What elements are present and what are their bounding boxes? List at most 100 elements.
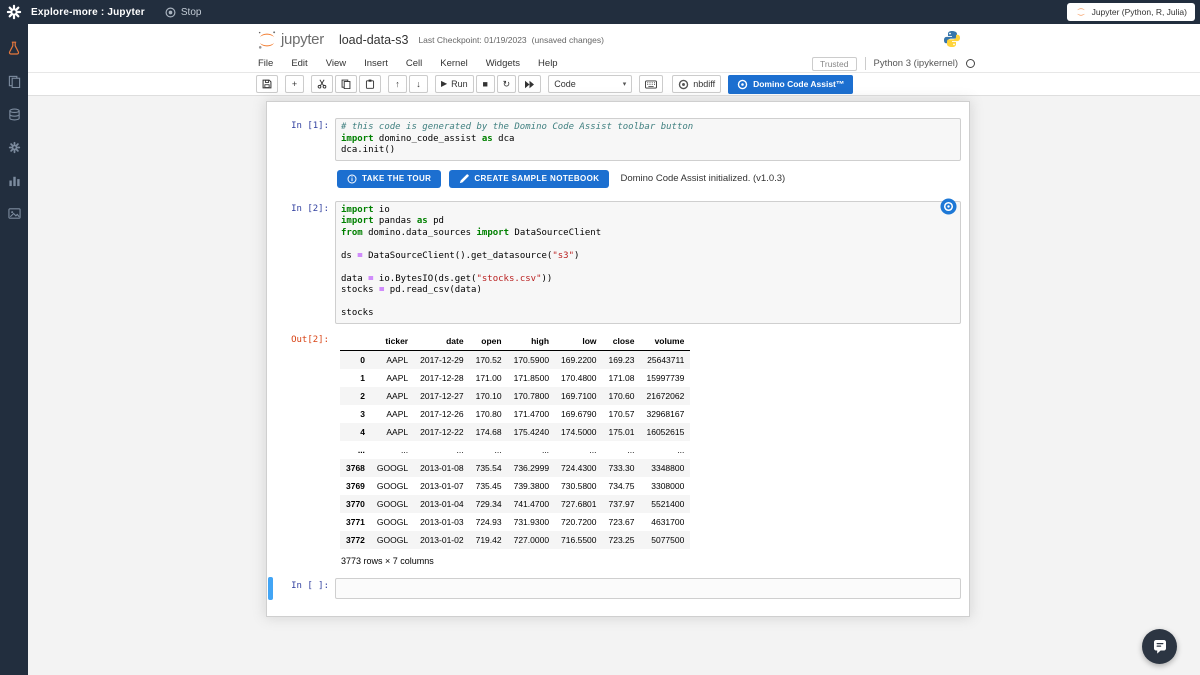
menu-kernel[interactable]: Kernel [431,58,476,69]
checkpoint-status: Last Checkpoint: 01/19/2023 [418,35,526,45]
stop-workspace-button[interactable]: Stop [165,7,202,18]
domino-code-assist-button[interactable]: Domino Code Assist™ [728,75,853,94]
jupyter-header: jupyter load-data-s3 Last Checkpoint: 01… [28,24,1200,55]
menu-help[interactable]: Help [529,58,567,69]
sidebar-item-settings[interactable] [5,138,23,156]
notebook-scroll-area[interactable]: In [1]: # this code is generated by the … [28,96,1200,675]
cut-cell-button[interactable] [311,75,333,93]
code-line: stocks [341,308,955,320]
copy-cell-button[interactable] [335,75,357,93]
interrupt-kernel-button[interactable]: ■ [476,75,495,93]
table-row: 3772GOOGL2013-01-02719.42727.0000716.550… [340,531,690,549]
dataframe-shape-label: 3773 rows × 7 columns [341,556,690,566]
code-input-1[interactable]: # this code is generated by the Domino C… [335,118,961,161]
chevron-down-icon: ▾ [623,80,627,88]
python-logo-icon [943,30,961,48]
run-label: Run [451,79,468,89]
copy-icon [341,79,351,89]
code-cell-2: In [2]: import ioimport pandas as pdfrom… [275,201,961,324]
chat-bubble-icon [1152,639,1168,655]
domino-topbar: Explore-more : Jupyter Stop Jupyter (Pyt… [0,0,1200,24]
sidebar-item-metrics[interactable] [5,171,23,189]
code-line [341,262,955,274]
scissors-icon [317,79,327,89]
jupyter-logo[interactable]: jupyter [256,29,324,51]
arrow-down-icon: ↓ [416,80,421,89]
dataframe-output: tickerdateopenhighlowclosevolume0AAPL201… [340,332,690,566]
restart-kernel-button[interactable]: ↻ [497,75,517,93]
code-input-2[interactable]: import ioimport pandas as pdfrom domino.… [335,201,961,324]
run-button[interactable]: ▶ Run [435,75,474,93]
move-cell-up-button[interactable]: ↑ [388,75,407,93]
empty-code-cell: In [ ]: [275,578,961,599]
command-palette-button[interactable] [639,75,663,93]
pencil-icon [459,174,469,184]
jupyter-logo-icon [256,29,278,51]
input-prompt: In [2]: [275,201,335,324]
table-row: 3770GOOGL2013-01-04729.34741.4700727.680… [340,495,690,513]
plus-icon: + [292,80,297,89]
table-row: 2AAPL2017-12-27170.10170.7800169.7100170… [340,387,690,405]
dca-label: Domino Code Assist™ [753,79,844,89]
notebook-page: In [1]: # this code is generated by the … [266,101,970,617]
nbdiff-button[interactable]: nbdiff [672,75,721,93]
stop-label: Stop [181,7,202,18]
cell-type-dropdown[interactable]: Code ▾ [548,75,632,93]
code-line: data = io.BytesIO(ds.get("stocks.csv")) [341,274,955,286]
database-icon [8,108,21,121]
unsaved-changes-status: (unsaved changes) [532,35,604,45]
create-sample-notebook-button[interactable]: CREATE SAMPLE NOTEBOOK [449,170,609,188]
domino-sidebar [0,24,28,675]
menu-cell[interactable]: Cell [397,58,431,69]
sidebar-item-files[interactable] [5,72,23,90]
dataframe-table: tickerdateopenhighlowclosevolume0AAPL201… [340,332,690,549]
help-chat-button[interactable] [1142,629,1177,664]
code-line: ds = DataSourceClient().get_datasource("… [341,251,955,263]
save-button[interactable] [256,75,278,93]
domino-logo-icon[interactable] [6,4,22,20]
code-line: import domino_code_assist as dca [341,134,955,146]
menu-view[interactable]: View [317,58,355,69]
sidebar-item-assets[interactable] [5,204,23,222]
code-line: from domino.data_sources import DataSour… [341,228,955,240]
dca-init-status: Domino Code Assist initialized. (v1.0.3) [620,173,785,184]
restart-run-all-button[interactable] [518,75,541,93]
workspace-switcher-button[interactable]: Jupyter (Python, R, Julia) [1067,3,1195,21]
sidebar-item-workspaces[interactable] [5,39,23,57]
empty-code-input[interactable] [335,578,961,599]
jupyter-toolbar: + [28,73,1200,96]
screen: Explore-more : Jupyter Stop Jupyter (Pyt… [0,0,1200,675]
sidebar-item-data[interactable] [5,105,23,123]
nbdiff-icon [678,79,689,90]
menubar-divider [865,57,866,70]
take-the-tour-button[interactable]: TAKE THE TOUR [337,170,441,188]
move-cell-down-button[interactable]: ↓ [409,75,428,93]
workspace-label: Jupyter (Python, R, Julia) [1092,7,1187,17]
code-line: dca.init() [341,145,955,157]
cell-type-value: Code [554,79,576,89]
table-row: 3771GOOGL2013-01-03724.93731.9300720.720… [340,513,690,531]
kernel-name-label: Python 3 (ipykernel) [874,58,958,69]
cell-1-output: TAKE THE TOUR CREATE SAMPLE NOTEBOOK Dom… [275,170,961,188]
project-breadcrumb: Explore-more : Jupyter [31,7,145,18]
paste-cell-button[interactable] [359,75,381,93]
code-line: stocks = pd.read_csv(data) [341,285,955,297]
code-line [341,239,955,251]
table-header-row: tickerdateopenhighlowclosevolume [340,332,690,351]
table-row: 0AAPL2017-12-29170.52170.5900169.2200169… [340,350,690,369]
arrow-up-icon: ↑ [395,80,400,89]
trusted-badge[interactable]: Trusted [812,57,857,71]
table-row: 3AAPL2017-12-26170.80171.4700169.6790170… [340,405,690,423]
menu-widgets[interactable]: Widgets [477,58,529,69]
dca-assist-bubble[interactable] [940,198,957,215]
menu-insert[interactable]: Insert [355,58,397,69]
table-row: 1AAPL2017-12-28171.00171.8500170.4800171… [340,369,690,387]
play-icon: ▶ [441,80,447,88]
menu-file[interactable]: File [249,58,282,69]
menu-edit[interactable]: Edit [282,58,316,69]
notebook-title[interactable]: load-data-s3 [339,33,409,47]
jupyter-app: jupyter load-data-s3 Last Checkpoint: 01… [28,24,1200,675]
add-cell-button[interactable]: + [285,75,304,93]
jupyter-menubar: File Edit View Insert Cell Kernel Widget… [28,55,1200,73]
input-prompt: In [1]: [275,118,335,161]
